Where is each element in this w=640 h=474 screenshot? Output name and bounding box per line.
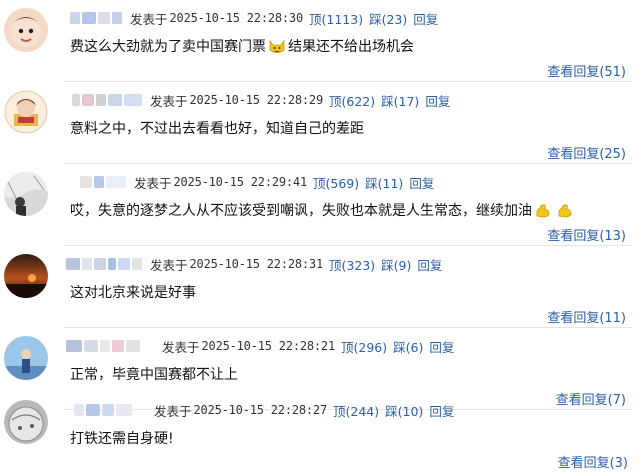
dislike-button[interactable]: 踩(17): [381, 91, 419, 110]
comment-item: 发表于 2025-10-15 22:29:41 顶(569) 踩(11) 回复 …: [0, 164, 640, 246]
like-label: 顶: [308, 11, 322, 27]
username-obscured[interactable]: [74, 404, 134, 416]
reply-button[interactable]: 回复: [429, 337, 454, 356]
username-obscured[interactable]: [80, 176, 128, 188]
user-avatar[interactable]: [4, 90, 48, 134]
like-label: 顶: [332, 403, 346, 419]
timestamp: 2025-10-15 22:28:21: [201, 339, 336, 353]
user-avatar[interactable]: [4, 8, 48, 52]
comment-meta: 发表于 2025-10-15 22:28:31 顶(323) 踩(9) 回复: [66, 255, 442, 273]
reply-button[interactable]: 回复: [425, 91, 450, 110]
like-button[interactable]: 顶(244): [333, 401, 379, 420]
view-replies-link[interactable]: 查看回复(51): [547, 61, 626, 80]
like-count: (569): [325, 175, 360, 191]
flexed-biceps-icon: [556, 202, 574, 218]
reply-button[interactable]: 回复: [413, 9, 438, 28]
timestamp: 2025-10-15 22:28:30: [169, 11, 304, 25]
dislike-button[interactable]: 踩(6): [393, 337, 423, 356]
comment-item: 发表于 2025-10-15 22:28:29 顶(622) 踩(17) 回复 …: [0, 82, 640, 164]
comment-text-part: 这对北京来说是好事: [70, 285, 196, 301]
comment-meta: 发表于 2025-10-15 22:28:30 顶(1113) 踩(23) 回复: [70, 9, 438, 27]
like-button[interactable]: 顶(1113): [309, 9, 363, 28]
username-obscured[interactable]: [72, 94, 144, 106]
dislike-count: (6): [405, 339, 424, 355]
user-avatar[interactable]: [4, 400, 48, 444]
posted-label: 发表于: [134, 175, 172, 191]
user-avatar[interactable]: [4, 172, 48, 216]
comment-text: 意料之中，不过出去看看也好，知道自己的差距: [70, 118, 364, 138]
comment-text: 这对北京来说是好事: [70, 282, 196, 302]
view-replies-link[interactable]: 查看回复(3): [558, 452, 628, 471]
like-count: (622): [341, 93, 376, 109]
like-label: 顶: [328, 257, 342, 273]
dislike-label: 踩: [365, 175, 378, 191]
comment-text-part: 意料之中，不过出去看看也好，知道自己的差距: [70, 121, 364, 137]
posted-label: 发表于: [150, 93, 188, 109]
view-replies-link[interactable]: 查看回复(13): [547, 225, 626, 244]
like-label: 顶: [312, 175, 326, 191]
dislike-count: (9): [393, 257, 412, 273]
view-replies-link[interactable]: 查看回复(11): [547, 307, 626, 326]
cat-face-icon: [268, 38, 286, 54]
like-button[interactable]: 顶(323): [329, 255, 375, 274]
like-button[interactable]: 顶(622): [329, 91, 375, 110]
posted-label: 发表于: [154, 403, 192, 419]
like-count: (1113): [321, 11, 364, 27]
posted-label: 发表于: [162, 339, 200, 355]
dislike-button[interactable]: 踩(9): [381, 255, 411, 274]
like-button[interactable]: 顶(569): [313, 173, 359, 192]
comment-text-part: 结果还不给出场机会: [288, 39, 414, 55]
dislike-button[interactable]: 踩(10): [385, 401, 423, 420]
comment-text-part: 正常，毕竟中国赛都不让上: [70, 367, 238, 383]
comment-meta: 发表于 2025-10-15 22:29:41 顶(569) 踩(11) 回复: [80, 173, 434, 191]
comment-text: 打铁还需自身硬!: [70, 428, 174, 448]
user-avatar[interactable]: [4, 336, 48, 380]
comment-meta: 发表于 2025-10-15 22:28:27 顶(244) 踩(10) 回复: [74, 401, 454, 419]
like-count: (323): [341, 257, 376, 273]
timestamp: 2025-10-15 22:29:41: [173, 175, 308, 189]
dislike-count: (11): [377, 175, 404, 191]
view-replies-link[interactable]: 查看回复(25): [547, 143, 626, 162]
flexed-biceps-icon: [534, 202, 552, 218]
like-count: (244): [345, 403, 380, 419]
timestamp: 2025-10-15 22:28:31: [189, 257, 324, 271]
like-label: 顶: [340, 339, 354, 355]
reply-button[interactable]: 回复: [417, 255, 442, 274]
dislike-label: 踩: [393, 339, 406, 355]
username-obscured[interactable]: [70, 12, 124, 24]
comment-text: 正常，毕竟中国赛都不让上: [70, 364, 238, 384]
dislike-button[interactable]: 踩(23): [369, 9, 407, 28]
timestamp: 2025-10-15 22:28:27: [193, 403, 328, 417]
dislike-count: (23): [381, 11, 408, 27]
dislike-count: (17): [393, 93, 420, 109]
comment-meta: 发表于 2025-10-15 22:28:29 顶(622) 踩(17) 回复: [72, 91, 450, 109]
posted-label: 发表于: [150, 257, 188, 273]
comment-text-part: 费这么大劲就为了卖中国赛门票: [70, 39, 266, 55]
user-avatar[interactable]: [4, 254, 48, 298]
username-obscured[interactable]: [66, 340, 142, 352]
dislike-button[interactable]: 踩(11): [365, 173, 403, 192]
comment-text-part: 打铁还需自身硬!: [70, 431, 174, 447]
dislike-label: 踩: [381, 93, 394, 109]
comment-meta: 发表于 2025-10-15 22:28:21 顶(296) 踩(6) 回复: [66, 337, 454, 355]
comment-text: 哎，失意的逐梦之人从不应该受到嘲讽，失败也本就是人生常态，继续加油: [70, 200, 576, 220]
reply-button[interactable]: 回复: [409, 173, 434, 192]
like-button[interactable]: 顶(296): [341, 337, 387, 356]
posted-label: 发表于: [130, 11, 168, 27]
dislike-label: 踩: [381, 257, 394, 273]
dislike-label: 踩: [385, 403, 398, 419]
reply-button[interactable]: 回复: [429, 401, 454, 420]
dislike-label: 踩: [369, 11, 382, 27]
like-count: (296): [353, 339, 388, 355]
dislike-count: (10): [397, 403, 424, 419]
comment-text-part: 哎，失意的逐梦之人从不应该受到嘲讽，失败也本就是人生常态，继续加油: [70, 203, 532, 219]
comment-item: 发表于 2025-10-15 22:28:31 顶(323) 踩(9) 回复 这…: [0, 246, 640, 328]
username-obscured[interactable]: [66, 258, 144, 270]
comment-item: 发表于 2025-10-15 22:28:27 顶(244) 踩(10) 回复 …: [0, 392, 640, 474]
comment-text: 费这么大劲就为了卖中国赛门票 结果还不给出场机会: [70, 36, 414, 56]
like-label: 顶: [328, 93, 342, 109]
timestamp: 2025-10-15 22:28:29: [189, 93, 324, 107]
comment-item: 发表于 2025-10-15 22:28:30 顶(1113) 踩(23) 回复…: [0, 0, 640, 82]
